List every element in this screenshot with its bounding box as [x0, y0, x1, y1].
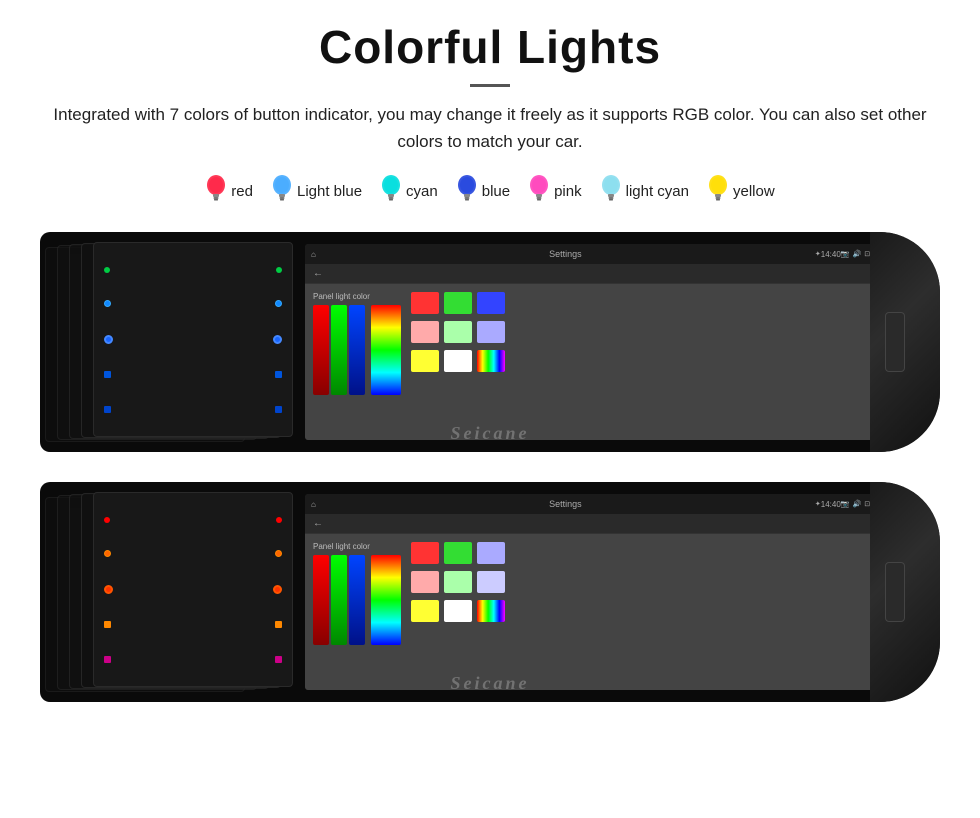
bulb-icon-light-blue — [271, 173, 293, 210]
color-label-cyan: cyan — [406, 183, 438, 200]
panel-light-label-2: Panel light color — [313, 542, 401, 551]
time-1: 14:40 — [821, 250, 841, 259]
device-row-1: ⌂ Settings ✦ 14:40 📷 🔊 ⊡ ↩ ← — [40, 232, 940, 472]
stacked-panels-2 — [45, 492, 305, 692]
settings-header-2: ← — [305, 514, 885, 534]
bulb-icon-red — [205, 173, 227, 210]
devices-section: ⌂ Settings ✦ 14:40 📷 🔊 ⊡ ↩ ← — [40, 232, 940, 732]
color-label-blue: blue — [482, 183, 510, 200]
status-bar-2: ⌂ Settings ✦ 14:40 📷 🔊 ⊡ ↩ — [305, 494, 885, 514]
color-item-pink: pink — [528, 173, 582, 210]
color-row: red Light blue cyan blue pink — [40, 173, 940, 210]
title-divider — [470, 84, 510, 87]
bulb-icon-pink — [528, 173, 550, 210]
stacked-panels-1 — [45, 242, 305, 442]
color-item-light-cyan: light cyan — [600, 173, 689, 210]
right-end-2 — [870, 482, 940, 702]
panel-light-label-1: Panel light color — [313, 292, 401, 301]
swatches-1 — [411, 292, 507, 432]
main-screen-2: ⌂ Settings ✦ 14:40 📷 🔊 ⊡ ↩ ← — [305, 494, 885, 690]
stereo-device-1: ⌂ Settings ✦ 14:40 📷 🔊 ⊡ ↩ ← — [40, 232, 940, 452]
watermark-2: Seicane — [451, 673, 530, 694]
bulb-icon-blue — [456, 173, 478, 210]
color-item-light-blue: Light blue — [271, 173, 362, 210]
stereo-device-2: ⌂ Settings ✦ 14:40 📷 🔊 ⊡ ↩ ← — [40, 482, 940, 702]
page-wrapper: Colorful Lights Integrated with 7 colors… — [0, 0, 980, 762]
swatches-2 — [411, 542, 507, 682]
bulb-icon-light-cyan — [600, 173, 622, 210]
right-end-1 — [870, 232, 940, 452]
watermark-1: Seicane — [451, 423, 530, 444]
main-screen-1: ⌂ Settings ✦ 14:40 📷 🔊 ⊡ ↩ ← — [305, 244, 885, 440]
screen-title-2: Settings — [316, 499, 815, 509]
time-2: 14:40 — [821, 500, 841, 509]
back-arrow-2: ← — [313, 518, 323, 529]
page-title: Colorful Lights — [40, 20, 940, 74]
color-item-blue: blue — [456, 173, 510, 210]
color-label-pink: pink — [554, 183, 582, 200]
status-bar-1: ⌂ Settings ✦ 14:40 📷 🔊 ⊡ ↩ — [305, 244, 885, 264]
color-bars-1 — [313, 305, 401, 432]
bulb-icon-yellow — [707, 173, 729, 210]
page-description: Integrated with 7 colors of button indic… — [40, 101, 940, 155]
settings-header-1: ← — [305, 264, 885, 284]
color-label-yellow: yellow — [733, 183, 775, 200]
device-row-2: ⌂ Settings ✦ 14:40 📷 🔊 ⊡ ↩ ← — [40, 482, 940, 722]
color-item-cyan: cyan — [380, 173, 438, 210]
color-bars-2 — [313, 555, 401, 682]
screen-title-1: Settings — [316, 249, 815, 259]
bulb-icon-cyan — [380, 173, 402, 210]
settings-body-1: Panel light color — [305, 284, 885, 440]
color-item-red: red — [205, 173, 253, 210]
color-item-yellow: yellow — [707, 173, 775, 210]
title-section: Colorful Lights — [40, 20, 940, 87]
color-label-light-cyan: light cyan — [626, 183, 689, 200]
color-label-light-blue: Light blue — [297, 183, 362, 200]
back-arrow-1: ← — [313, 268, 323, 279]
settings-body-2: Panel light color — [305, 534, 885, 690]
color-label-red: red — [231, 183, 253, 200]
